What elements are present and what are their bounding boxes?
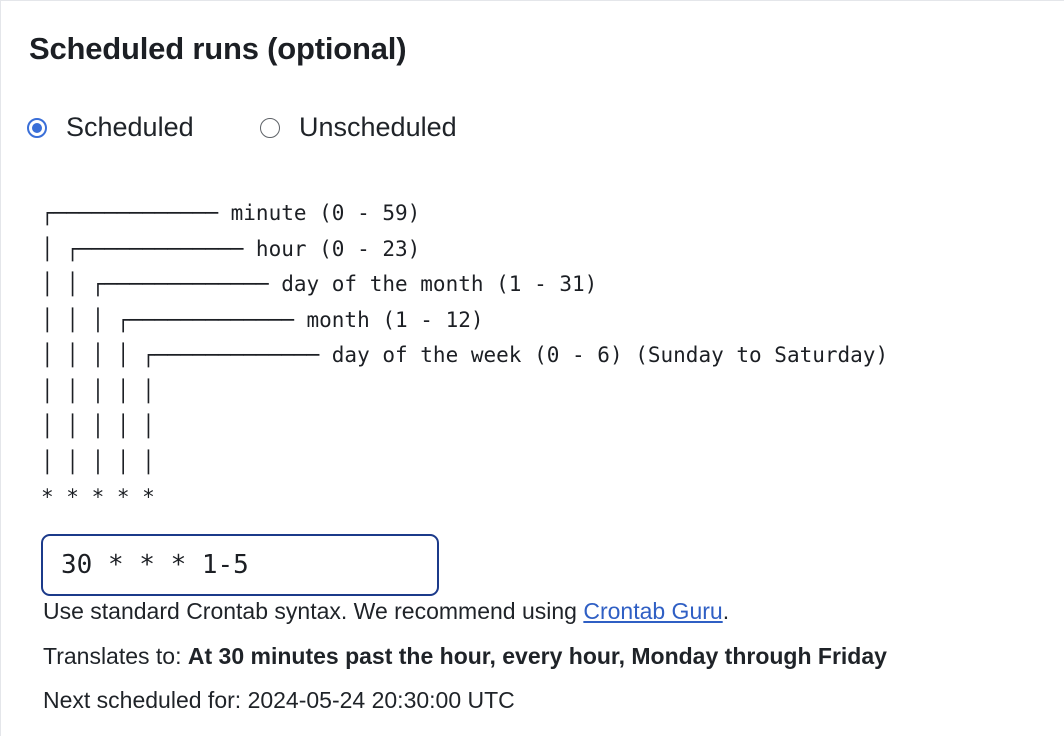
cron-syntax-diagram: ┌───────────── minute (0 - 59) │ ┌──────… <box>41 201 889 509</box>
scheduled-runs-panel: Scheduled runs (optional) Scheduled Unsc… <box>0 0 1064 736</box>
translation-value: At 30 minutes past the hour, every hour,… <box>187 643 887 669</box>
scheduled-radio-label[interactable]: Scheduled <box>66 112 194 143</box>
crontab-guru-link[interactable]: Crontab Guru <box>583 598 722 624</box>
section-title: Scheduled runs (optional) <box>29 31 407 66</box>
next-run-value: 2024-05-24 20:30:00 UTC <box>247 687 515 713</box>
hint-text: Use standard Crontab syntax. We recommen… <box>43 598 584 624</box>
next-run-label: Next scheduled for: <box>43 687 248 713</box>
unscheduled-radio-button[interactable] <box>260 118 280 138</box>
hint-suffix: . <box>722 598 730 624</box>
unscheduled-radio-label[interactable]: Unscheduled <box>299 112 457 143</box>
crontab-hint: Use standard Crontab syntax. We recommen… <box>43 598 729 625</box>
translation-label: Translates to: <box>43 643 188 669</box>
scheduled-radio-button[interactable] <box>27 118 47 138</box>
next-scheduled-run: Next scheduled for: 2024-05-24 20:30:00 … <box>43 687 515 714</box>
cron-translation: Translates to: At 30 minutes past the ho… <box>43 643 887 670</box>
cron-expression-input[interactable] <box>41 534 439 596</box>
